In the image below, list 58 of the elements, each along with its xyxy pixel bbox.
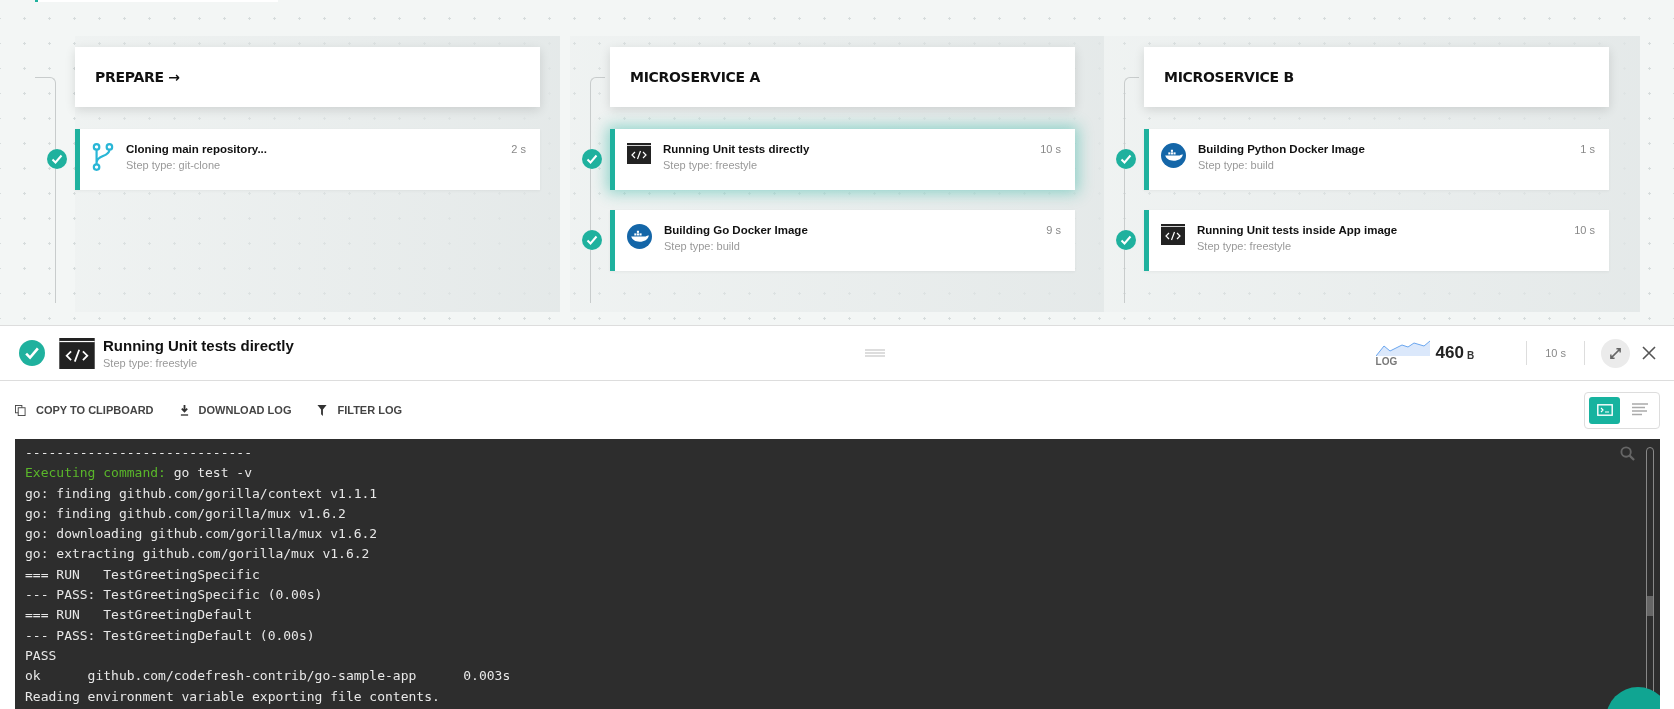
step-type: Step type: build: [1198, 159, 1275, 171]
sparkline-drawing: [1375, 339, 1430, 356]
log-line: === RUN TestGreetingDefault: [25, 606, 252, 625]
log-line: --- PASS: TestGreetingSpecific (0.00s): [25, 586, 323, 605]
toolbar-button[interactable]: COPY TO CLIPBOARD: [15, 404, 154, 416]
stage-header[interactable]: PREPARE →: [75, 47, 540, 107]
toolbar-button[interactable]: DOWNLOAD LOG: [179, 404, 292, 416]
log-line: --- PASS: TestGreetingDefault (0.00s): [25, 626, 315, 645]
drag-handle-icon[interactable]: [864, 349, 885, 357]
toolbar-button[interactable]: FILTER LOG: [317, 404, 403, 416]
terminal-icon: [1596, 404, 1613, 416]
log-line: -----------------------------: [25, 444, 252, 462]
step-duration: 10 s: [1574, 224, 1595, 236]
log-line: Reading environment variable exporting file contents.: [25, 687, 440, 706]
terminal-code-icon: [1161, 224, 1185, 245]
step-type: Step type: freestyle: [1197, 240, 1293, 252]
log-line: ok github.com/codefresh-contrib/go-sample-app 0.003s: [25, 667, 511, 686]
step-duration: 2 s: [511, 143, 526, 155]
terminal-code-icon: [627, 143, 651, 164]
branch-icon: [92, 143, 114, 171]
download-icon: [179, 404, 189, 416]
step-duration: 10 s: [1040, 143, 1061, 155]
log-size: 460: [1435, 343, 1464, 363]
expand-arrows-icon: [1609, 346, 1622, 360]
step-duration: 9 s: [1046, 224, 1061, 236]
log-line: go: finding github.com/gorilla/context v1.1.1: [25, 484, 378, 503]
step-duration: 1 s: [1580, 143, 1595, 155]
close-icon[interactable]: [1642, 346, 1656, 360]
copy-icon: [15, 404, 26, 416]
step-type: Step type: build: [664, 240, 741, 252]
log-line: go: finding github.com/gorilla/mux v1.6.2: [25, 504, 346, 523]
stage-header[interactable]: MICROSERVICE B: [1144, 47, 1609, 107]
step-title: Running Unit tests directly: [103, 337, 294, 354]
whale-icon: [627, 224, 652, 249]
terminal-code-icon: [59, 337, 95, 369]
step-name: Running Unit tests inside App image: [1197, 224, 1399, 236]
log-line: === RUN TestGreetingSpecific: [25, 565, 260, 584]
step-type: Step type: freestyle: [663, 159, 759, 171]
step-type: Step type: git-clone: [126, 159, 222, 171]
text-lines-icon: [1631, 403, 1648, 417]
log-size-unit: B: [1466, 349, 1475, 361]
step-name: Building Go Docker Image: [664, 224, 809, 236]
log-line: Executing command: go test -v: [25, 464, 252, 483]
step-name: Cloning main repository...: [126, 143, 268, 155]
terminal-view-button[interactable]: [1589, 396, 1620, 424]
step-duration: 10 s: [1545, 347, 1566, 359]
log-line: PASS: [25, 646, 57, 665]
search-icon[interactable]: [1620, 446, 1635, 461]
filter-icon: [317, 404, 328, 416]
whale-icon: [1161, 143, 1186, 168]
stage-header[interactable]: MICROSERVICE A: [610, 47, 1075, 107]
log-line: go: downloading github.com/gorilla/mux v1.6.2: [25, 525, 378, 544]
log-label: LOG: [1375, 355, 1398, 367]
step-name: Running Unit tests directly: [663, 143, 811, 155]
step-type: Step type: freestyle: [103, 357, 199, 369]
log-line: go: extracting github.com/gorilla/mux v1.6.2: [25, 545, 370, 564]
expand-button[interactable]: [1601, 338, 1630, 368]
step-name: Building Python Docker Image: [1198, 143, 1366, 155]
